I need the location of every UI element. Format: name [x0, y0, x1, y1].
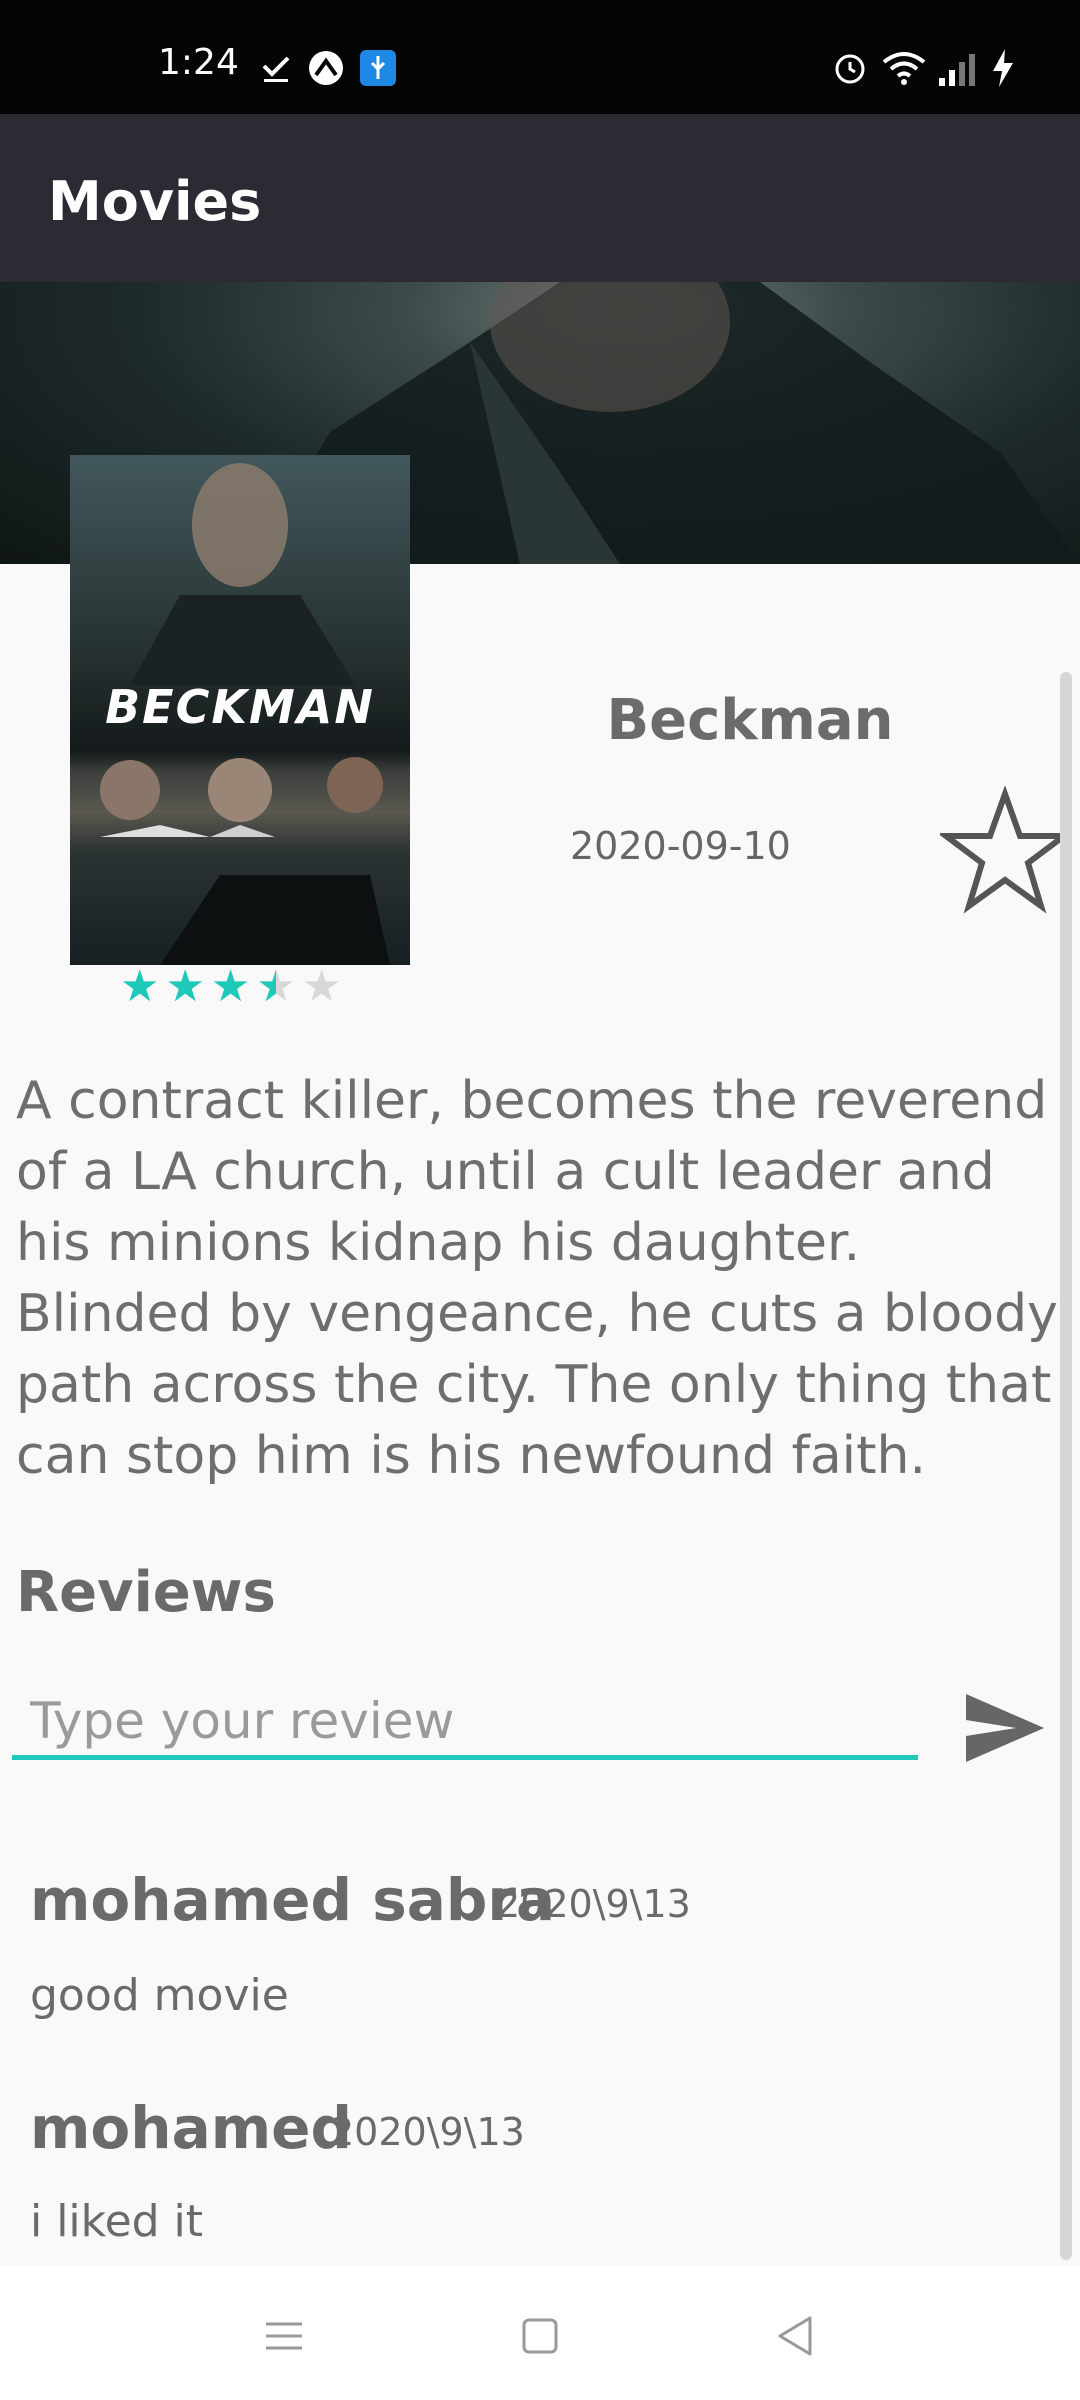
rating-star-icon: ★ [165, 962, 205, 1011]
rating-bar: ★ ★ ★ ★ ★ [120, 965, 341, 1009]
poster-title-text: BECKMAN [105, 680, 375, 734]
movie-title: Beckman [606, 688, 894, 753]
app-title: Movies [48, 170, 262, 233]
system-nav-bar [0, 2266, 1080, 2400]
review-text: good movie [30, 1970, 289, 2021]
back-icon [778, 2316, 812, 2356]
review-text: i liked it [30, 2196, 204, 2247]
status-bar: 1:24 [0, 0, 1080, 114]
movie-poster: BECKMAN [70, 455, 410, 965]
status-time: 1:24 [158, 42, 239, 83]
review-date: 2020\9\13 [496, 1882, 691, 1926]
rating-star-empty-icon: ★ [301, 962, 342, 1011]
star-outline-icon [937, 785, 1073, 914]
send-review-button[interactable] [960, 1690, 1050, 1766]
check-download-icon [258, 48, 294, 88]
home-button[interactable] [510, 2306, 570, 2366]
back-button[interactable] [766, 2306, 826, 2366]
alarm-icon [830, 48, 870, 88]
favorite-button[interactable] [937, 785, 1073, 916]
send-icon [966, 1694, 1044, 1762]
review-author: mohamed [30, 2094, 353, 2162]
review-date: 2020\9\13 [330, 2110, 525, 2154]
reviews-heading: Reviews [16, 1560, 276, 1625]
rating-star-icon: ★ [120, 962, 160, 1011]
usb-debug-icon [358, 48, 398, 88]
wifi-icon [882, 48, 926, 88]
review-author: mohamed sabra [30, 1866, 556, 1934]
charging-icon [988, 48, 1018, 88]
release-date: 2020-09-10 [570, 824, 791, 868]
scrollbar[interactable] [1060, 672, 1072, 2260]
rating-star-icon: ★ [210, 962, 251, 1011]
signal-icon [936, 48, 978, 88]
game-controller-icon [306, 48, 346, 88]
menu-button[interactable] [254, 2306, 314, 2366]
rating-star-half-icon: ★ [256, 962, 296, 1011]
movie-overview: A contract killer, becomes the reverend … [16, 1071, 1058, 1486]
app-bar: Movies [0, 114, 1080, 282]
home-icon [522, 2318, 558, 2354]
review-input[interactable] [12, 1686, 918, 1760]
menu-icon [266, 2322, 302, 2350]
